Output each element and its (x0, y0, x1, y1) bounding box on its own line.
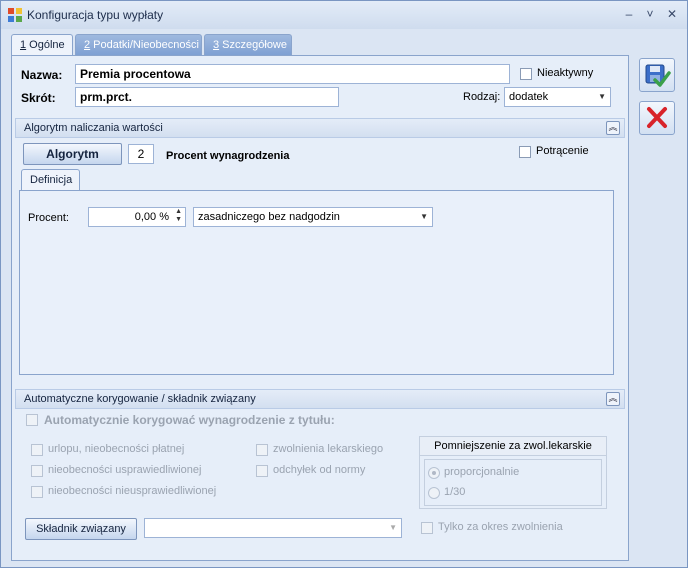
reduction-title: Pomniejszenie za zwol.lekarskie (420, 437, 606, 456)
name-label: Nazwa: (21, 68, 63, 82)
norm-deviation-label: odchyłek od normy (273, 464, 366, 476)
algorithm-section-header: Algorytm naliczania wartości ︽ (15, 118, 625, 138)
only-period-label: Tylko za okres zwolnienia (438, 521, 563, 533)
short-input[interactable]: prm.prct. (75, 87, 339, 107)
autocorrect-checkbox[interactable] (26, 414, 38, 426)
tab-general[interactable]: 1 Ogólne (11, 34, 73, 57)
percent-value: 0,00 % (134, 211, 169, 223)
cancel-icon (647, 107, 667, 128)
percent-input[interactable]: 0,00 % ▲ ▼ (88, 207, 186, 227)
chevron-down-icon: ▼ (420, 212, 428, 221)
algorithm-number: 2 (128, 144, 154, 164)
one-thirtieth-radio[interactable] (428, 487, 440, 499)
only-period-checkbox[interactable] (421, 522, 433, 534)
chevron-down-icon: ▼ (598, 92, 606, 101)
leave-label: urlopu, nieobecności płatnej (48, 443, 185, 455)
minimize-icon[interactable]: – (622, 7, 636, 21)
spinner-icon[interactable]: ▲ ▼ (175, 208, 182, 224)
one-thirtieth-label: 1/30 (444, 486, 466, 498)
proportional-radio[interactable] (428, 467, 440, 479)
sick-leave-checkbox[interactable] (256, 444, 268, 456)
restore-icon[interactable]: ˅ (643, 7, 657, 21)
proportional-label: proporcjonalnie (444, 466, 520, 478)
deduction-label: Potrącenie (536, 145, 589, 157)
definition-panel: Procent: 0,00 % ▲ ▼ zasadniczego bez nadg… (19, 190, 614, 375)
window-title: Konfiguracja typu wypłaty (27, 8, 164, 22)
save-button[interactable] (639, 58, 675, 92)
main-panel: Nazwa: Premia procentowa Nieaktywny Skró… (11, 55, 629, 561)
algorithm-button[interactable]: Algorytm (23, 143, 122, 165)
deduction-checkbox[interactable] (519, 146, 531, 158)
dialog-window: Konfiguracja typu wypłaty – ˅ ✕ 1 Ogólne… (0, 0, 688, 568)
sick-leave-label: zwolnienia lekarskiego (273, 443, 384, 455)
kind-label: Rodzaj: (463, 91, 501, 103)
autocorrect-label: Automatycznie korygować wynagrodzenie z … (44, 413, 335, 427)
inactive-checkbox[interactable] (520, 68, 532, 80)
close-icon[interactable]: ✕ (665, 7, 679, 21)
unjustified-absence-label: nieobecności nieusprawiedliwionej (48, 485, 217, 497)
unjustified-absence-checkbox[interactable] (31, 486, 43, 498)
percent-label: Procent: (28, 212, 69, 224)
name-input[interactable]: Premia procentowa (75, 64, 510, 84)
autocorrect-section-title: Automatyczne korygowanie / składnik zwią… (24, 393, 256, 405)
justified-absence-label: nieobecności usprawiedliwionej (48, 464, 202, 476)
tab-details[interactable]: 3 Szczegółowe (204, 34, 292, 56)
kind-select[interactable]: dodatek ▼ (504, 87, 611, 107)
save-icon (645, 64, 671, 87)
kind-value: dodatek (509, 91, 549, 103)
algorithm-description: Procent wynagrodzenia (166, 150, 290, 162)
collapse-up-icon[interactable]: ︽ (606, 392, 620, 406)
chevron-down-icon: ▼ (389, 523, 397, 532)
tab-definition[interactable]: Definicja (21, 169, 80, 192)
collapse-up-icon[interactable]: ︽ (606, 121, 620, 135)
inactive-label: Nieaktywny (537, 67, 594, 79)
cancel-button[interactable] (639, 101, 675, 135)
justified-absence-checkbox[interactable] (31, 465, 43, 477)
tab-taxes-absences[interactable]: 2 Podatki/Nieobecności (75, 34, 202, 56)
algorithm-section-title: Algorytm naliczania wartości (24, 122, 163, 134)
short-label: Skrót: (21, 91, 56, 105)
title-bar: Konfiguracja typu wypłaty – ˅ ✕ (1, 1, 687, 29)
related-component-button[interactable]: Składnik związany (25, 518, 137, 540)
app-icon (8, 8, 22, 22)
base-select[interactable]: zasadniczego bez nadgodzin ▼ (193, 207, 433, 227)
reduction-groupbox: Pomniejszenie za zwol.lekarskie proporcj… (419, 436, 607, 509)
norm-deviation-checkbox[interactable] (256, 465, 268, 477)
autocorrect-section-header: Automatyczne korygowanie / składnik zwią… (15, 389, 625, 409)
related-component-select[interactable]: ▼ (144, 518, 402, 538)
leave-checkbox[interactable] (31, 444, 43, 456)
reduction-radio-group: proporcjonalnie 1/30 (424, 459, 602, 506)
base-value: zasadniczego bez nadgodzin (198, 211, 340, 223)
